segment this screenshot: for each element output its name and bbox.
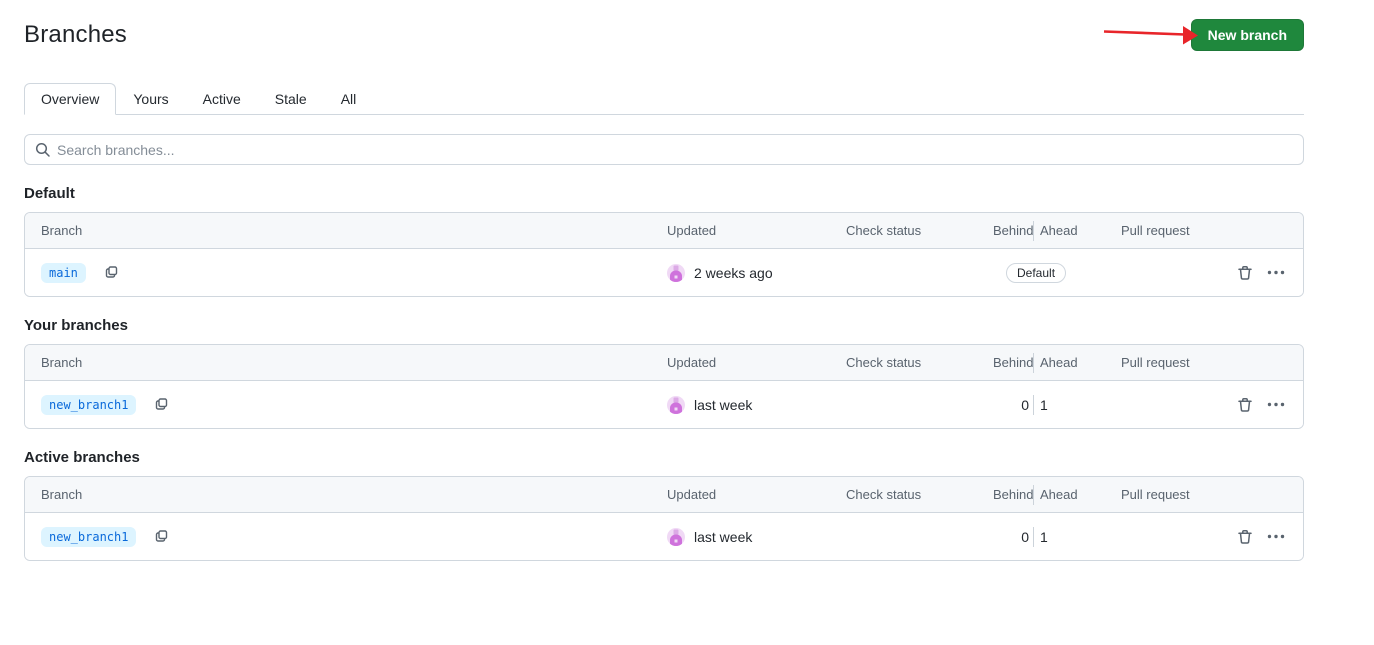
section-heading-your-branches: Your branches bbox=[24, 317, 128, 334]
your-branches-table: Branch Updated Check status Behind Ahead… bbox=[24, 344, 1304, 429]
copy-icon bbox=[105, 265, 118, 278]
tab-overview[interactable]: Overview bbox=[24, 83, 117, 115]
col-ahead: Ahead bbox=[1040, 354, 1078, 370]
active-branches-table: Branch Updated Check status Behind Ahead… bbox=[24, 476, 1304, 561]
trash-icon bbox=[1238, 397, 1252, 412]
behind-ahead-cell: Default bbox=[993, 262, 1121, 283]
branch-name-link[interactable]: new_branch1 bbox=[41, 394, 137, 415]
avatar-image bbox=[667, 527, 685, 546]
trash-icon bbox=[1238, 265, 1252, 280]
section-heading-default: Default bbox=[24, 185, 75, 202]
search-branches-box bbox=[24, 134, 1304, 165]
trash-icon bbox=[1238, 529, 1252, 544]
tab-active[interactable]: Active bbox=[186, 83, 258, 114]
branches-page: Branches New branch Overview Yours Activ… bbox=[24, 0, 1304, 561]
col-pull-request: Pull request bbox=[1121, 223, 1190, 238]
behind-count: 0 bbox=[993, 394, 1034, 415]
col-updated: Updated bbox=[667, 487, 717, 502]
updated-time: last week bbox=[694, 396, 753, 413]
kebab-icon bbox=[1267, 534, 1285, 539]
branch-options-button[interactable] bbox=[1267, 270, 1285, 275]
table-header-row: Branch Updated Check status Behind Ahead… bbox=[25, 345, 1303, 381]
copy-branch-name-button[interactable] bbox=[153, 397, 169, 413]
tab-stale[interactable]: Stale bbox=[258, 83, 324, 114]
default-badge: Default bbox=[1006, 262, 1067, 283]
branch-filter-tabs: Overview Yours Active Stale All bbox=[24, 83, 1304, 115]
col-check-status: Check status bbox=[846, 223, 922, 238]
col-ahead: Ahead bbox=[1040, 486, 1078, 502]
updated-time: last week bbox=[694, 528, 753, 545]
col-branch: Branch bbox=[41, 355, 83, 370]
tab-yours[interactable]: Yours bbox=[116, 83, 185, 114]
branch-name-link[interactable]: main bbox=[41, 262, 86, 283]
page-title: Branches bbox=[24, 21, 127, 48]
branch-name-link[interactable]: new_branch1 bbox=[41, 526, 137, 547]
copy-icon bbox=[156, 529, 168, 542]
avatar[interactable] bbox=[667, 263, 685, 282]
copy-branch-name-button[interactable] bbox=[153, 529, 169, 545]
col-updated: Updated bbox=[667, 223, 717, 238]
avatar-image bbox=[667, 263, 685, 282]
copy-branch-name-button[interactable] bbox=[103, 265, 119, 281]
ahead-count: 1 bbox=[1040, 528, 1048, 545]
avatar[interactable] bbox=[667, 527, 685, 546]
col-behind: Behind bbox=[993, 484, 1034, 505]
col-branch: Branch bbox=[41, 223, 83, 238]
section-heading-active-branches: Active branches bbox=[24, 449, 140, 466]
ahead-count: 1 bbox=[1040, 396, 1048, 413]
col-check-status: Check status bbox=[846, 355, 922, 370]
col-ahead: Ahead bbox=[1040, 222, 1078, 238]
updated-time: 2 weeks ago bbox=[694, 264, 773, 281]
col-behind: Behind bbox=[993, 352, 1034, 373]
search-branches-input[interactable] bbox=[57, 141, 1293, 158]
tab-all[interactable]: All bbox=[324, 83, 374, 114]
page-header: Branches New branch bbox=[24, 18, 1304, 52]
default-branch-table: Branch Updated Check status Behind Ahead… bbox=[24, 212, 1304, 297]
delete-branch-button[interactable] bbox=[1237, 529, 1253, 545]
delete-branch-button[interactable] bbox=[1237, 397, 1253, 413]
branch-options-button[interactable] bbox=[1267, 402, 1285, 407]
copy-icon bbox=[156, 397, 168, 410]
table-header-row: Branch Updated Check status Behind Ahead… bbox=[25, 213, 1303, 249]
kebab-icon bbox=[1267, 402, 1285, 407]
table-header-row: Branch Updated Check status Behind Ahead… bbox=[25, 477, 1303, 513]
search-icon bbox=[35, 142, 50, 157]
col-behind: Behind bbox=[993, 220, 1034, 241]
table-row: new_branch1 last week 0 1 bbox=[25, 381, 1303, 428]
delete-branch-button[interactable] bbox=[1237, 265, 1253, 281]
behind-count: 0 bbox=[993, 526, 1034, 547]
kebab-icon bbox=[1267, 270, 1285, 275]
avatar-image bbox=[667, 395, 685, 414]
avatar[interactable] bbox=[667, 395, 685, 414]
branch-options-button[interactable] bbox=[1267, 534, 1285, 539]
col-pull-request: Pull request bbox=[1121, 487, 1190, 502]
table-row: main 2 weeks ago Default bbox=[25, 249, 1303, 296]
table-row: new_branch1 last week 0 1 bbox=[25, 513, 1303, 560]
col-updated: Updated bbox=[667, 355, 717, 370]
col-pull-request: Pull request bbox=[1121, 355, 1190, 370]
col-check-status: Check status bbox=[846, 487, 922, 502]
col-branch: Branch bbox=[41, 487, 83, 502]
new-branch-button[interactable]: New branch bbox=[1190, 19, 1304, 51]
